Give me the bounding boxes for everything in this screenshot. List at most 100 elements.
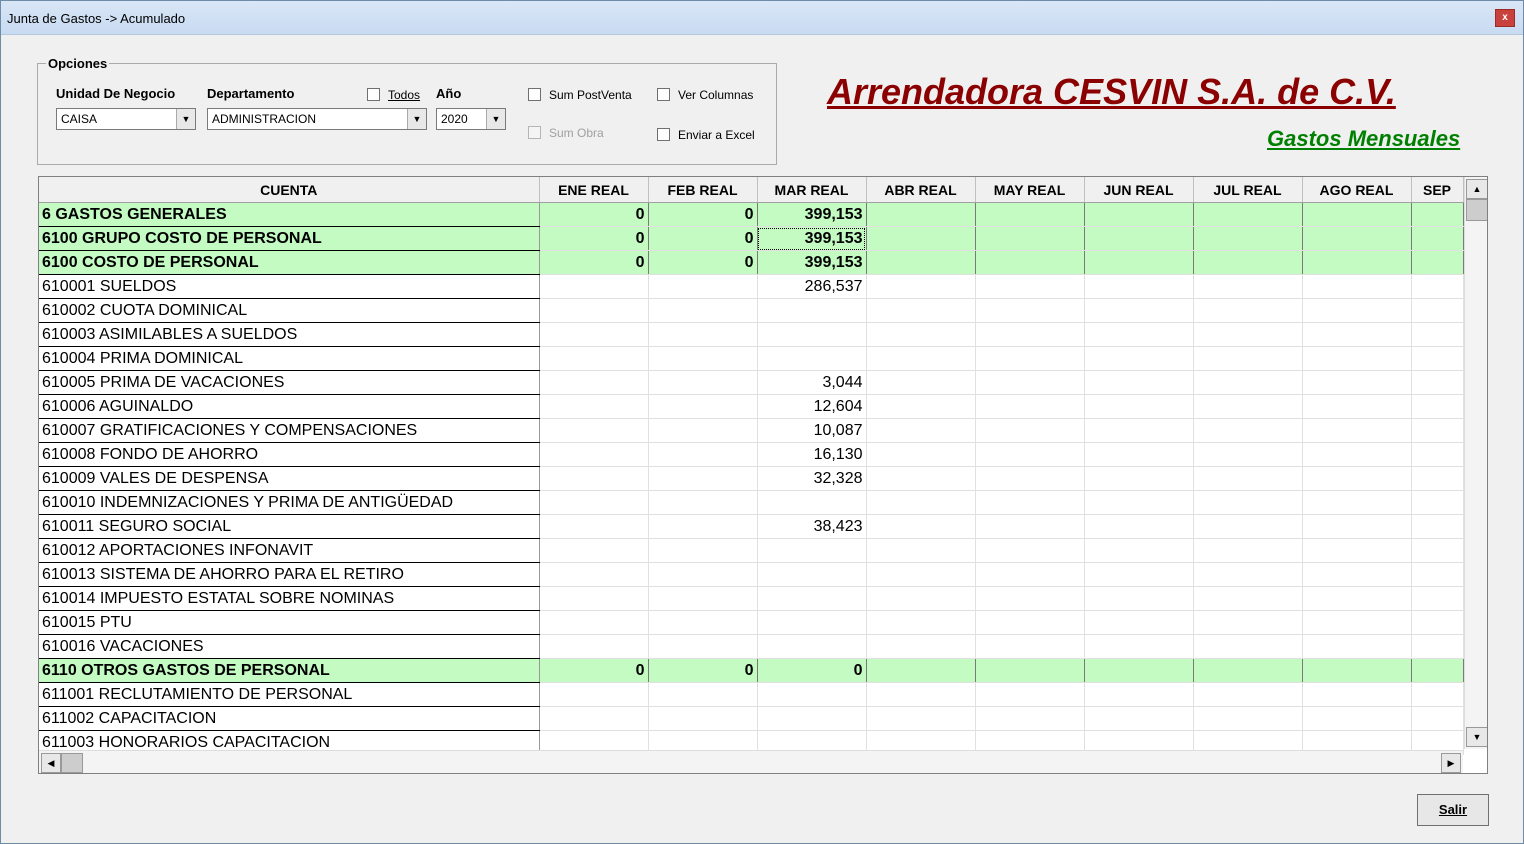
value-cell[interactable]: [1084, 274, 1194, 299]
enviar-excel-checkbox[interactable]: Enviar a Excel: [657, 128, 755, 142]
value-cell[interactable]: [648, 322, 758, 347]
value-cell[interactable]: 286,537: [757, 274, 867, 299]
value-cell[interactable]: [866, 298, 976, 323]
value-cell[interactable]: [648, 466, 758, 491]
sum-postventa-checkbox[interactable]: Sum PostVenta: [528, 88, 632, 102]
column-header[interactable]: CUENTA: [39, 177, 540, 203]
table-row[interactable]: 610011 SEGURO SOCIAL 38,423: [39, 514, 1464, 539]
value-cell[interactable]: [1411, 226, 1464, 251]
value-cell[interactable]: [975, 682, 1085, 707]
value-cell[interactable]: [539, 634, 649, 659]
account-cell[interactable]: 610003 ASIMILABLES A SUELDOS: [39, 322, 540, 347]
account-cell[interactable]: 610002 CUOTA DOMINICAL: [39, 298, 540, 323]
value-cell[interactable]: 16,130: [757, 442, 867, 467]
value-cell[interactable]: [1193, 586, 1303, 611]
value-cell[interactable]: [1411, 418, 1464, 443]
value-cell[interactable]: 10,087: [757, 418, 867, 443]
value-cell[interactable]: [866, 442, 976, 467]
value-cell[interactable]: [1193, 346, 1303, 371]
account-cell[interactable]: 610009 VALES DE DESPENSA: [39, 466, 540, 491]
scroll-left-icon[interactable]: ◀: [41, 753, 61, 773]
value-cell[interactable]: [539, 586, 649, 611]
value-cell[interactable]: [1411, 634, 1464, 659]
value-cell[interactable]: [866, 346, 976, 371]
value-cell[interactable]: [866, 562, 976, 587]
value-cell[interactable]: [1411, 562, 1464, 587]
value-cell[interactable]: [1193, 394, 1303, 419]
value-cell[interactable]: [975, 202, 1085, 227]
table-row[interactable]: 610012 APORTACIONES INFONAVIT: [39, 538, 1464, 563]
value-cell[interactable]: [866, 514, 976, 539]
value-cell[interactable]: [975, 370, 1085, 395]
value-cell[interactable]: [1302, 706, 1412, 731]
value-cell[interactable]: [1302, 658, 1412, 683]
table-row[interactable]: 610005 PRIMA DE VACACIONES 3,044: [39, 370, 1464, 395]
close-button[interactable]: x: [1495, 9, 1515, 27]
value-cell[interactable]: [1302, 586, 1412, 611]
column-header[interactable]: ABR REAL: [866, 177, 976, 203]
value-cell[interactable]: [975, 706, 1085, 731]
account-cell[interactable]: 610013 SISTEMA DE AHORRO PARA EL RETIRO: [39, 562, 540, 587]
value-cell[interactable]: 0: [539, 226, 649, 251]
value-cell[interactable]: [648, 706, 758, 731]
checkbox-icon[interactable]: [657, 128, 670, 141]
value-cell[interactable]: [1084, 562, 1194, 587]
value-cell[interactable]: [866, 250, 976, 275]
value-cell[interactable]: [1084, 682, 1194, 707]
value-cell[interactable]: [757, 706, 867, 731]
value-cell[interactable]: [539, 490, 649, 515]
account-cell[interactable]: 6110 OTROS GASTOS DE PERSONAL: [39, 658, 540, 683]
column-header[interactable]: ENE REAL: [539, 177, 649, 203]
value-cell[interactable]: [1411, 610, 1464, 635]
table-row[interactable]: 610015 PTU: [39, 610, 1464, 635]
value-cell[interactable]: [1302, 538, 1412, 563]
value-cell[interactable]: [1193, 610, 1303, 635]
value-cell[interactable]: 12,604: [757, 394, 867, 419]
value-cell[interactable]: [975, 562, 1085, 587]
column-header[interactable]: AGO REAL: [1302, 177, 1412, 203]
account-cell[interactable]: 610016 VACACIONES: [39, 634, 540, 659]
value-cell[interactable]: [1302, 418, 1412, 443]
column-header[interactable]: MAY REAL: [975, 177, 1085, 203]
value-cell[interactable]: [866, 634, 976, 659]
value-cell[interactable]: [1193, 634, 1303, 659]
scroll-thumb[interactable]: [1466, 199, 1487, 221]
value-cell[interactable]: [1084, 610, 1194, 635]
value-cell[interactable]: [1084, 202, 1194, 227]
value-cell[interactable]: [866, 538, 976, 563]
value-cell[interactable]: [1084, 346, 1194, 371]
account-cell[interactable]: 6100 GRUPO COSTO DE PERSONAL: [39, 226, 540, 251]
value-cell[interactable]: [757, 610, 867, 635]
value-cell[interactable]: [975, 490, 1085, 515]
value-cell[interactable]: [1302, 442, 1412, 467]
account-cell[interactable]: 610005 PRIMA DE VACACIONES: [39, 370, 540, 395]
value-cell[interactable]: [648, 370, 758, 395]
value-cell[interactable]: 0: [648, 226, 758, 251]
vertical-scrollbar[interactable]: ▲ ▼: [1464, 177, 1487, 749]
value-cell[interactable]: 0: [648, 658, 758, 683]
value-cell[interactable]: [648, 298, 758, 323]
value-cell[interactable]: [648, 346, 758, 371]
value-cell[interactable]: [866, 490, 976, 515]
value-cell[interactable]: [1084, 394, 1194, 419]
account-cell[interactable]: 610012 APORTACIONES INFONAVIT: [39, 538, 540, 563]
value-cell[interactable]: [648, 610, 758, 635]
account-cell[interactable]: 610001 SUELDOS: [39, 274, 540, 299]
value-cell[interactable]: [1193, 370, 1303, 395]
value-cell[interactable]: [975, 658, 1085, 683]
value-cell[interactable]: [757, 346, 867, 371]
value-cell[interactable]: [648, 442, 758, 467]
value-cell[interactable]: [648, 490, 758, 515]
value-cell[interactable]: 399,153: [757, 250, 867, 275]
value-cell[interactable]: [539, 514, 649, 539]
value-cell[interactable]: [1193, 706, 1303, 731]
value-cell[interactable]: [1084, 322, 1194, 347]
column-header[interactable]: SEP: [1411, 177, 1464, 203]
ver-columnas-checkbox[interactable]: Ver Columnas: [657, 88, 753, 102]
value-cell[interactable]: [1084, 442, 1194, 467]
value-cell[interactable]: [1302, 250, 1412, 275]
account-cell[interactable]: 610008 FONDO DE AHORRO: [39, 442, 540, 467]
value-cell[interactable]: [1193, 298, 1303, 323]
value-cell[interactable]: [1302, 322, 1412, 347]
account-cell[interactable]: 610015 PTU: [39, 610, 540, 635]
